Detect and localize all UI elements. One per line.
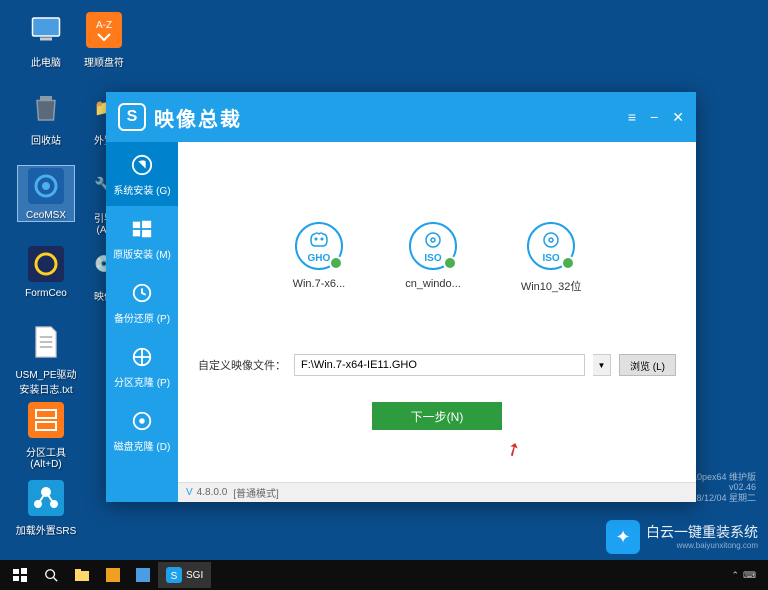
- desktop-icon-recycle-bin[interactable]: 回收站: [18, 88, 74, 147]
- image-option-iso1[interactable]: ISO cn_windo...: [405, 222, 461, 294]
- app-title: 映像总裁: [154, 103, 242, 132]
- gear-icon: [26, 166, 66, 206]
- desktop-icon-load-srs[interactable]: 加载外置SRS: [14, 478, 78, 537]
- iso-icon: ISO: [527, 222, 575, 270]
- desktop-icon-usm-log[interactable]: USM_PE驱动 安装日志.txt: [12, 322, 80, 396]
- svg-text:S: S: [171, 571, 178, 582]
- next-button[interactable]: 下一步(N): [372, 402, 502, 430]
- image-option-iso2[interactable]: ISO Win10_32位: [521, 222, 582, 294]
- partition-clone-icon: [129, 344, 155, 370]
- start-button[interactable]: [4, 562, 36, 588]
- sidebar-item-original-install[interactable]: 原版安装 (M): [106, 206, 178, 270]
- app-window: S 映像总裁 ≡ − ✕ 系统安装 (G) 原版安装 (M) 备份还原 (P): [106, 92, 696, 502]
- taskbar-explorer[interactable]: [66, 562, 98, 588]
- file-label: 自定义映像文件：: [198, 357, 286, 373]
- sidebar-label: 备份还原 (P): [114, 310, 170, 325]
- windows-icon: [129, 152, 155, 178]
- svg-text:A-Z: A-Z: [96, 20, 112, 31]
- sidebar-label: 系统安装 (G): [113, 182, 170, 197]
- statusbar: V 4.8.0.0 [普通模式]: [178, 482, 696, 502]
- gho-icon: GHO: [295, 222, 343, 270]
- version-text: 4.8.0.0: [197, 487, 228, 498]
- mode-text: [普通模式]: [233, 485, 279, 500]
- desktop-icon-this-pc[interactable]: 此电脑: [18, 10, 74, 69]
- desktop-icon-ceomsx[interactable]: CeoMSX: [18, 166, 74, 221]
- formceo-icon: [26, 244, 66, 284]
- file-row: 自定义映像文件： ▼ 浏览 (L): [198, 354, 676, 376]
- image-options: GHO Win.7-x6... ISO cn_windo...: [198, 222, 676, 294]
- titlebar[interactable]: S 映像总裁 ≡ − ✕: [106, 92, 696, 142]
- check-badge-icon: [561, 256, 575, 270]
- desktop-icon-sort-drives[interactable]: A-Z 理顺盘符: [76, 10, 132, 69]
- disk-clone-icon: [129, 408, 155, 434]
- desktop-icon-partition[interactable]: 分区工具 (Alt+D): [18, 400, 74, 470]
- browse-button[interactable]: 浏览 (L): [619, 354, 676, 376]
- close-icon[interactable]: ✕: [672, 109, 684, 126]
- taskbar-app3[interactable]: [128, 562, 158, 588]
- sgi-icon: S: [166, 567, 182, 583]
- sidebar-label: 磁盘克隆 (D): [114, 438, 171, 453]
- taskbar-app2[interactable]: [98, 562, 128, 588]
- content-area: GHO Win.7-x6... ISO cn_windo...: [178, 142, 696, 502]
- computer-icon: [26, 10, 66, 50]
- tray-keyboard-icon[interactable]: ⌨: [743, 570, 756, 581]
- windows-tiles-icon: [129, 216, 155, 242]
- srs-icon: [26, 478, 66, 518]
- sidebar-item-backup-restore[interactable]: 备份还原 (P): [106, 270, 178, 334]
- check-badge-icon: [329, 256, 343, 270]
- logo-icon: S: [118, 103, 146, 131]
- version-prefix: V: [186, 487, 193, 498]
- check-badge-icon: [443, 256, 457, 270]
- arrow-annotation-icon: ➚: [502, 437, 526, 463]
- image-option-gho[interactable]: GHO Win.7-x6...: [293, 222, 346, 294]
- sort-icon: A-Z: [84, 10, 124, 50]
- sidebar-item-system-install[interactable]: 系统安装 (G): [106, 142, 178, 206]
- dropdown-icon[interactable]: ▼: [593, 354, 611, 376]
- recycle-icon: [26, 88, 66, 128]
- taskbar: S SGI ⌃ ⌨: [0, 560, 768, 590]
- sidebar: 系统安装 (G) 原版安装 (M) 备份还原 (P) 分区克隆 (P) 磁盘克隆…: [106, 142, 178, 502]
- file-path-input[interactable]: [294, 354, 585, 376]
- taskbar-tray[interactable]: ⌃ ⌨: [731, 570, 764, 581]
- watermark: ✦ 白云一键重装系统 www.baiyunxitong.com: [606, 520, 758, 554]
- iso-icon: ISO: [409, 222, 457, 270]
- taskbar-search[interactable]: [36, 562, 66, 588]
- restore-icon: [129, 280, 155, 306]
- minimize-icon[interactable]: −: [650, 109, 658, 126]
- sidebar-label: 分区克隆 (P): [114, 374, 170, 389]
- text-file-icon: [26, 322, 66, 362]
- watermark-icon: ✦: [606, 520, 640, 554]
- app-logo: S 映像总裁: [118, 103, 242, 132]
- partition-icon: [26, 400, 66, 440]
- menu-icon[interactable]: ≡: [628, 109, 636, 126]
- window-controls: ≡ − ✕: [628, 109, 684, 126]
- sidebar-label: 原版安装 (M): [113, 246, 171, 261]
- sidebar-item-disk-clone[interactable]: 磁盘克隆 (D): [106, 398, 178, 462]
- taskbar-sgi[interactable]: S SGI: [158, 562, 211, 588]
- desktop-icon-formceo[interactable]: FormCeo: [18, 244, 74, 299]
- taskbar-app-label: SGI: [186, 570, 203, 581]
- tray-expand-icon[interactable]: ⌃: [731, 570, 739, 581]
- sidebar-item-partition-clone[interactable]: 分区克隆 (P): [106, 334, 178, 398]
